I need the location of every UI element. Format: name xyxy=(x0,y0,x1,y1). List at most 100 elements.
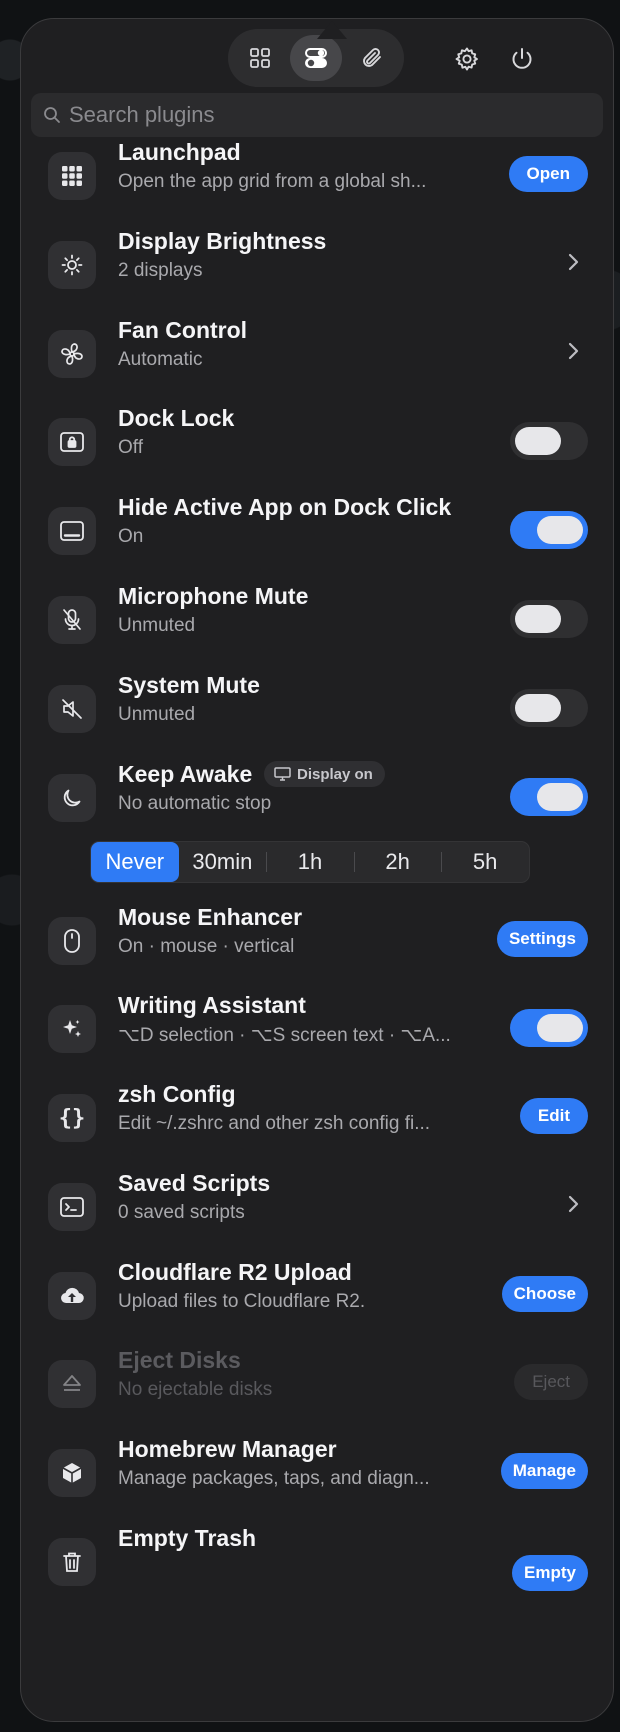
grid-view-button[interactable] xyxy=(234,35,286,81)
toggle-knob xyxy=(537,516,583,544)
plugin-subtitle: Automatic xyxy=(118,349,203,370)
plugin-subtitle: 2 displays xyxy=(118,260,203,281)
plugin-title: Homebrew Manager xyxy=(118,1436,337,1462)
hide-active-app-toggle[interactable] xyxy=(510,511,588,549)
plugin-title: Eject Disks xyxy=(118,1347,241,1373)
plugin-row-keep-awake: Keep Awake Display on No automatic stop xyxy=(21,747,613,837)
settings-button[interactable]: Settings xyxy=(496,921,588,957)
plugin-row-system-mute: System Mute Unmuted xyxy=(21,658,613,748)
edit-button[interactable]: Edit xyxy=(519,1098,588,1134)
plugin-row-empty-trash: Empty Trash Empty xyxy=(21,1511,613,1601)
power-button[interactable] xyxy=(502,39,542,79)
box-icon xyxy=(48,1449,96,1497)
plugin-subtitle: On · mouse · vertical xyxy=(118,936,295,957)
speaker-slash-icon xyxy=(48,685,96,733)
keep-awake-duration-selector: Never 30min 1h 2h 5h xyxy=(90,841,530,883)
toggles-icon xyxy=(305,48,327,68)
terminal-icon xyxy=(48,1183,96,1231)
plugin-row-saved-scripts[interactable]: Saved Scripts 0 saved scripts xyxy=(21,1156,613,1246)
plugin-title: System Mute xyxy=(118,672,260,698)
search-icon xyxy=(44,107,60,123)
mic-slash-icon xyxy=(48,596,96,644)
display-icon xyxy=(274,767,291,781)
trash-icon xyxy=(48,1538,96,1586)
grid-icon xyxy=(48,152,96,200)
plugin-subtitle: Edit ~/.zshrc and other zsh config fi... xyxy=(118,1113,431,1134)
microphone-mute-toggle[interactable] xyxy=(510,600,588,638)
plugin-row-fan-control[interactable]: Fan Control Automatic xyxy=(21,303,613,393)
duration-option-30min[interactable]: 30min xyxy=(179,842,267,882)
duration-option-never[interactable]: Never xyxy=(91,842,179,882)
toggle-knob xyxy=(537,1014,583,1042)
plugin-subtitle: Open the app grid from a global sh... xyxy=(118,171,427,192)
plugin-row-microphone-mute: Microphone Mute Unmuted xyxy=(21,569,613,659)
writing-assistant-toggle[interactable] xyxy=(510,1009,588,1047)
paperclip-icon xyxy=(363,48,381,67)
badge-label: Display on xyxy=(297,765,373,783)
dock-icon xyxy=(48,507,96,555)
plugin-title: Keep Awake xyxy=(118,761,253,787)
plugin-subtitle: On xyxy=(118,526,144,547)
open-button[interactable]: Open xyxy=(508,156,588,192)
toggle-knob xyxy=(515,427,561,455)
plugin-subtitle: No automatic stop xyxy=(118,793,272,814)
power-icon xyxy=(512,48,532,69)
plugin-row-hide-active-app: Hide Active App on Dock Click On xyxy=(21,480,613,570)
grid-icon xyxy=(250,48,270,68)
eject-button: Eject xyxy=(514,1364,588,1400)
plugin-row-eject-disks: Eject Disks No ejectable disks Eject xyxy=(21,1333,613,1423)
plugin-row-writing-assistant: Writing Assistant ⌥D selection · ⌥S scre… xyxy=(21,978,613,1068)
plugin-row-launchpad: Launchpad Open the app grid from a globa… xyxy=(21,125,613,215)
plugin-subtitle: Upload files to Cloudflare R2. xyxy=(118,1291,366,1312)
attachments-view-button[interactable] xyxy=(346,35,398,81)
plugin-title: Dock Lock xyxy=(118,405,235,431)
toggles-view-button[interactable] xyxy=(290,35,342,81)
plugin-subtitle: No ejectable disks xyxy=(118,1379,273,1400)
plugin-row-dock-lock: Dock Lock Off xyxy=(21,391,613,481)
plugins-panel: Launchpad Open the app grid from a globa… xyxy=(20,18,614,1722)
sparkle-icon xyxy=(48,1005,96,1053)
duration-option-2h[interactable]: 2h xyxy=(353,842,442,882)
system-mute-toggle[interactable] xyxy=(510,689,588,727)
toggle-knob xyxy=(515,605,561,633)
plugin-title: Fan Control xyxy=(118,317,248,343)
duration-option-5h[interactable]: 5h xyxy=(441,842,529,882)
cloud-upload-icon xyxy=(48,1272,96,1320)
plugin-title: Mouse Enhancer xyxy=(118,904,303,930)
plugin-subtitle: Manage packages, taps, and diagn... xyxy=(118,1468,430,1489)
empty-trash-button[interactable]: Empty xyxy=(512,1555,588,1591)
plugin-subtitle: Unmuted xyxy=(118,615,196,636)
braces-icon: {} xyxy=(48,1094,96,1142)
eject-icon xyxy=(48,1360,96,1408)
moon-icon xyxy=(48,774,96,822)
plugin-row-homebrew-manager: Homebrew Manager Manage packages, taps, … xyxy=(21,1422,613,1512)
plugin-title: Saved Scripts xyxy=(118,1170,271,1196)
keep-awake-toggle[interactable] xyxy=(510,778,588,816)
plugin-title: Hide Active App on Dock Click xyxy=(118,494,452,520)
duration-option-1h[interactable]: 1h xyxy=(266,842,354,882)
chevron-right-icon xyxy=(568,1195,579,1213)
display-on-badge: Display on xyxy=(264,761,385,787)
mouse-icon xyxy=(48,917,96,965)
settings-button[interactable] xyxy=(447,39,487,79)
plugin-row-cloudflare-r2-upload: Cloudflare R2 Upload Upload files to Clo… xyxy=(21,1245,613,1335)
plugin-title: Writing Assistant xyxy=(118,992,306,1018)
manage-button[interactable]: Manage xyxy=(500,1453,588,1489)
plugin-row-display-brightness[interactable]: Display Brightness 2 displays xyxy=(21,214,613,304)
plugin-row-zsh-config: {} zsh Config Edit ~/.zshrc and other zs… xyxy=(21,1067,613,1157)
dock-lock-icon xyxy=(48,418,96,466)
plugin-title: zsh Config xyxy=(118,1081,236,1107)
choose-button[interactable]: Choose xyxy=(501,1276,588,1312)
dock-lock-toggle[interactable] xyxy=(510,422,588,460)
view-switcher xyxy=(228,29,404,87)
sun-icon xyxy=(48,241,96,289)
toggle-knob xyxy=(515,694,561,722)
plugin-title: Empty Trash xyxy=(118,1525,257,1551)
plugin-subtitle: 0 saved scripts xyxy=(118,1202,245,1223)
plugin-subtitle: Off xyxy=(118,437,143,458)
plugin-subtitle: Unmuted xyxy=(118,704,196,725)
chevron-right-icon xyxy=(568,253,579,271)
toggle-knob xyxy=(537,783,583,811)
plugin-title: Cloudflare R2 Upload xyxy=(118,1259,352,1285)
plugin-subtitle: ⌥D selection · ⌥S screen text · ⌥A... xyxy=(118,1025,451,1046)
